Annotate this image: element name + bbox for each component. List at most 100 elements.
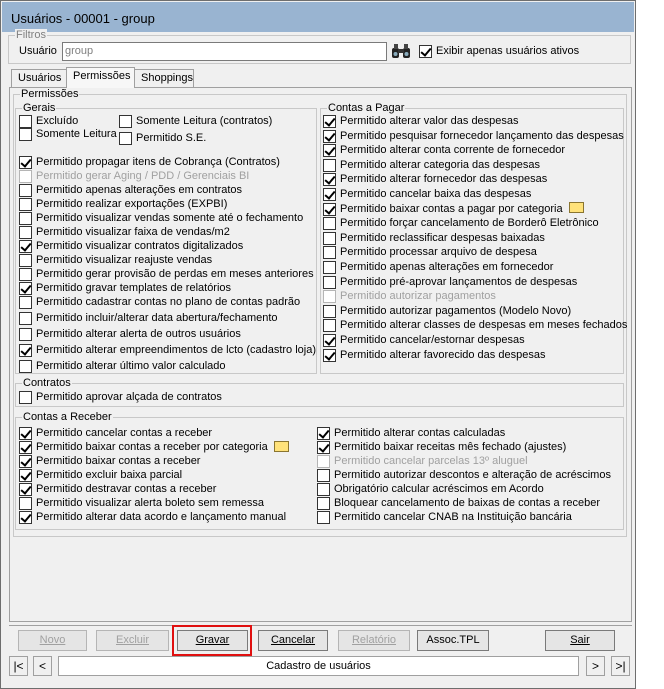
checkbox-label: Permitido cancelar parcelas 13º aluguel <box>334 455 528 467</box>
checkbox-gerais[interactable]: Permitido visualizar contratos digitaliz… <box>19 240 243 254</box>
checkbox-contas-pagar[interactable]: Permitido pesquisar fornecedor lançament… <box>323 129 624 144</box>
checkbox-contas-pagar[interactable]: Permitido cancelar/estornar despesas <box>323 334 525 348</box>
checkbox-label: Permitido alterar categoria das despesas <box>340 158 540 171</box>
checkbox-contas-receber[interactable]: Permitido destravar contas a receber <box>19 483 216 497</box>
checkbox-label: Somente Leitura <box>36 128 117 140</box>
checkbox-box <box>323 275 336 289</box>
checkbox-label: Somente Leitura (contratos) <box>136 115 273 127</box>
checkbox-contas-receber[interactable]: Permitido autorizar descontos e alteraçã… <box>317 469 611 483</box>
checkbox-contas-pagar[interactable]: Permitido alterar fornecedor das despesa… <box>323 173 547 187</box>
tab-permissoes[interactable]: Permissões <box>66 67 135 88</box>
main-window: Usuários - 00001 - group Filtros Usuário… <box>0 0 636 689</box>
excluir-button[interactable]: Excluir <box>96 630 169 651</box>
checkbox-gerais[interactable]: Permitido realizar exportações (EXPBI) <box>19 198 227 212</box>
checkbox-contas-pagar[interactable]: Permitido alterar conta corrente de forn… <box>323 144 565 158</box>
checkbox-box <box>323 188 336 201</box>
checkbox-contas-receber[interactable]: Obrigatório calcular acréscimos em Acord… <box>317 483 544 497</box>
checkbox-gerais[interactable]: Permitido propagar itens de Cobrança (Co… <box>19 156 280 170</box>
checkbox-contas-pagar[interactable]: Permitido autorizar pagamentos (Modelo N… <box>323 304 571 319</box>
checkbox-gerais-top[interactable]: Excluído <box>19 115 78 129</box>
checkbox-contas-pagar[interactable]: Permitido processar arquivo de despesa <box>323 246 537 260</box>
nav-first-button[interactable]: |< <box>9 656 28 676</box>
checkbox-box <box>19 226 32 239</box>
nav-last-button[interactable]: >| <box>611 656 630 676</box>
checkbox-contas-pagar[interactable]: Permitido alterar classes de despesas em… <box>323 319 627 333</box>
nav-next-button[interactable]: > <box>586 656 605 676</box>
checkbox-box <box>19 198 32 211</box>
checkbox-box <box>19 441 32 454</box>
nav-prev-button[interactable]: < <box>33 656 52 676</box>
usuario-input[interactable]: group <box>62 42 387 61</box>
checkbox-contas-pagar[interactable]: Permitido forçar cancelamento de Borderô… <box>323 217 599 231</box>
sair-button[interactable]: Sair <box>545 630 615 651</box>
checkbox-gerais[interactable]: Permitido gerar Aging / PDD / Gerenciais… <box>19 170 249 184</box>
checkbox-label: Permitido baixar receitas mês fechado (a… <box>334 441 567 453</box>
novo-button[interactable]: Novo <box>18 630 87 651</box>
checkbox-gerais[interactable]: Permitido alterar empreendimentos de lct… <box>19 344 316 358</box>
checkbox-gerais[interactable]: Permitido visualizar faixa de vendas/m2 <box>19 226 230 240</box>
checkbox-contas-receber[interactable]: Permitido cancelar contas a receber <box>19 427 212 441</box>
checkbox-gerais[interactable]: Permitido visualizar vendas somente até … <box>19 212 303 226</box>
checkbox-box <box>19 511 32 524</box>
checkbox-label: Permitido baixar contas a receber <box>36 455 201 467</box>
checkbox-gerais-top[interactable]: Permitido S.E. <box>119 132 206 146</box>
checkbox-gerais-top[interactable]: Somente Leitura (contratos) <box>119 115 272 129</box>
checkbox-gerais[interactable]: Permitido visualizar reajuste vendas <box>19 254 212 268</box>
checkbox-box <box>323 129 336 143</box>
checkbox-contas-pagar[interactable]: Permitido alterar valor das despesas <box>323 115 519 129</box>
checkbox-label: Bloquear cancelamento de baixas de conta… <box>334 497 601 509</box>
checkbox-gerais[interactable]: Permitido gravar templates de relatórios <box>19 282 231 296</box>
checkbox-box <box>323 202 336 216</box>
checkbox-contas-pagar[interactable]: Permitido cancelar baixa das despesas <box>323 188 531 202</box>
checkbox-contas-receber[interactable]: Permitido baixar contas a receber <box>19 455 200 469</box>
checkbox-label: Permitido cancelar CNAB na Instituição b… <box>334 511 572 523</box>
tab-shoppings[interactable]: Shoppings <box>134 69 194 87</box>
checkbox-gerais[interactable]: Permitido alterar alerta de outros usuár… <box>19 328 241 342</box>
checkbox-contas-receber[interactable]: Permitido alterar data acordo e lançamen… <box>19 511 286 525</box>
checkbox-contas-pagar[interactable]: Permitido apenas alterações em fornecedo… <box>323 261 553 275</box>
contratos-legend: Contratos <box>22 377 72 389</box>
cancelar-button[interactable]: Cancelar <box>258 630 328 651</box>
checkbox-box <box>19 268 32 281</box>
checkbox-gerais-top[interactable]: Somente Leitura <box>19 128 117 142</box>
checkbox-box <box>19 360 32 373</box>
folder-icon[interactable] <box>273 440 289 452</box>
checkbox-contas-receber[interactable]: Permitido excluir baixa parcial <box>19 469 182 483</box>
checkbox-contas-receber[interactable]: Bloquear cancelamento de baixas de conta… <box>317 497 600 511</box>
checkbox-box <box>19 455 32 468</box>
checkbox-box <box>323 348 336 362</box>
checkbox-contas-receber[interactable]: Permitido baixar receitas mês fechado (a… <box>317 441 566 455</box>
checkbox-gerais[interactable]: Permitido cadastrar contas no plano de c… <box>19 296 300 310</box>
checkbox-contas-pagar[interactable]: Permitido pré-aprovar lançamentos de des… <box>323 275 577 290</box>
checkbox-contas-receber[interactable]: Permitido cancelar CNAB na Instituição b… <box>317 511 572 525</box>
checkbox-gerais[interactable]: Permitido alterar último valor calculado <box>19 360 226 374</box>
checkbox-box <box>323 319 336 333</box>
relatorio-button[interactable]: Relatório <box>338 630 410 651</box>
checkbox-contas-pagar[interactable]: Permitido baixar contas a pagar por cate… <box>323 202 584 217</box>
gravar-button[interactable]: Gravar <box>177 630 248 651</box>
checkbox-contratos[interactable]: Permitido aprovar alçada de contratos <box>19 391 222 405</box>
assoc-tpl-button[interactable]: Assoc.TPL <box>417 630 489 651</box>
checkbox-label: Permitido alterar valor das despesas <box>340 115 519 127</box>
folder-icon[interactable] <box>568 202 584 214</box>
checkbox-contas-receber[interactable]: Permitido visualizar alerta boleto sem r… <box>19 497 264 511</box>
checkbox-gerais[interactable]: Permitido apenas alterações em contratos <box>19 184 242 198</box>
checkbox-contas-receber[interactable]: Permitido baixar contas a receber por ca… <box>19 440 289 455</box>
checkbox-contas-receber[interactable]: Permitido cancelar parcelas 13º aluguel <box>317 455 528 469</box>
checkbox-contas-pagar[interactable]: Permitido reclassificar despesas baixada… <box>323 231 545 246</box>
binoculars-icon[interactable] <box>391 43 411 59</box>
nav-caption: Cadastro de usuários <box>58 656 579 676</box>
checkbox-box <box>323 231 336 245</box>
checkbox-label: Permitido visualizar vendas somente até … <box>36 212 304 224</box>
checkbox-box <box>317 483 330 496</box>
checkbox-gerais[interactable]: Permitido gerar provisão de perdas em me… <box>19 268 314 282</box>
checkbox-contas-pagar[interactable]: Permitido autorizar pagamentos <box>323 290 496 304</box>
checkbox-box <box>119 115 132 128</box>
checkbox-contas-receber[interactable]: Permitido alterar contas calculadas <box>317 427 505 441</box>
checkbox-contas-pagar[interactable]: Permitido alterar favorecido das despesa… <box>323 348 545 363</box>
checkbox-gerais[interactable]: Permitido incluir/alterar data abertura/… <box>19 312 278 326</box>
checkbox-box <box>19 282 32 295</box>
ativos-checkbox[interactable]: Exibir apenas usuários ativos <box>419 45 579 59</box>
tab-usuarios[interactable]: Usuários <box>11 69 67 87</box>
checkbox-contas-pagar[interactable]: Permitido alterar categoria das despesas <box>323 158 540 173</box>
